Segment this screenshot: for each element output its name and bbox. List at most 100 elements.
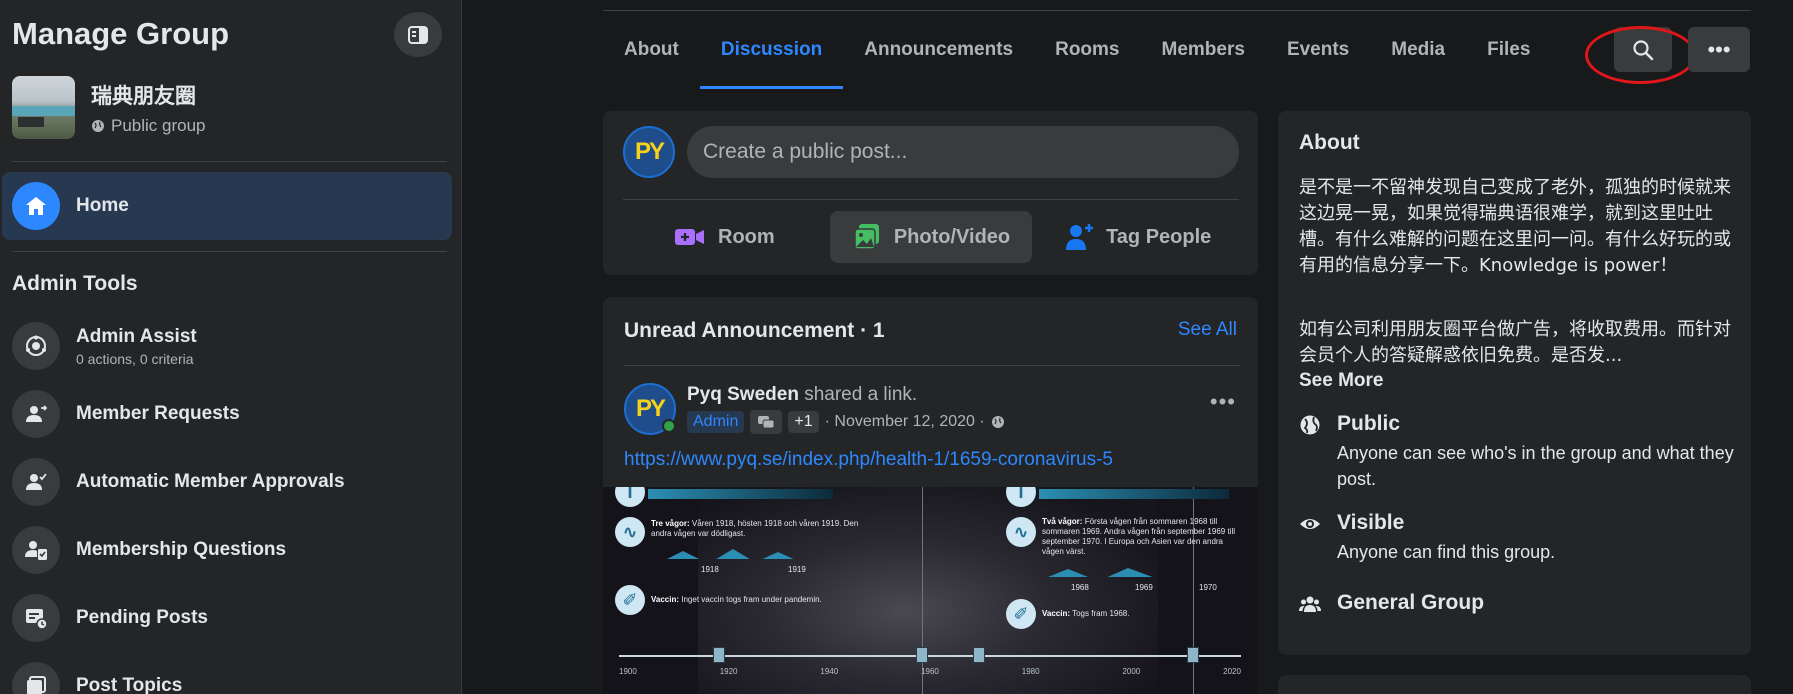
about-description: 是不是一不留神发现自己变成了老外，孤独的时候就来这边晃一晃，如果觉得瑞典语很难学…	[1299, 177, 1731, 276]
about-card: About 是不是一不留神发现自己变成了老外，孤独的时候就来这边晃一晃，如果觉得…	[1278, 111, 1751, 655]
photo-video-label: Photo/Video	[893, 225, 1011, 248]
divider	[623, 199, 1239, 200]
poster-avatar[interactable]: PY	[624, 383, 676, 435]
photo-video-button[interactable]: Photo/Video	[829, 211, 1033, 263]
sidebar-title: Manage Group	[12, 16, 230, 51]
announcement-title: Unread Announcement · 1	[624, 319, 885, 342]
post-composer: PY Create a public post... Room Photo/Vi…	[603, 111, 1258, 275]
visibility-description: Anyone can find this group.	[1337, 542, 1556, 562]
timeline-marker	[916, 647, 928, 663]
visibility-heading: Visible	[1337, 511, 1405, 534]
group-name[interactable]: 瑞典朋友圈	[91, 80, 206, 110]
tab-discussion[interactable]: Discussion	[699, 11, 844, 89]
divider	[624, 365, 1240, 366]
post-options-button[interactable]: •••	[1210, 389, 1236, 415]
globe-icon	[991, 416, 1004, 428]
wave-year-label: 1970	[1199, 583, 1217, 592]
tab-announcements[interactable]: Announcements	[843, 11, 1034, 89]
group-type-label: Public group	[111, 115, 206, 135]
room-button[interactable]: Room	[623, 211, 826, 263]
divider	[12, 251, 447, 252]
sidebar-item-post-topics[interactable]: Post Topics	[12, 656, 447, 694]
syringe-icon: ✐	[615, 585, 645, 615]
divider	[12, 161, 447, 162]
sidebar-item-pending-posts[interactable]: Pending Posts	[12, 588, 447, 648]
tag-people-label: Tag People	[1106, 225, 1212, 248]
tab-members[interactable]: Members	[1141, 11, 1266, 89]
tick-label: 1900	[619, 667, 637, 676]
next-card-partial	[1278, 675, 1751, 694]
tag-people-button[interactable]: Tag People	[1036, 211, 1239, 263]
sidebar-item-automatic-member-approvals[interactable]: Automatic Member Approvals	[12, 452, 447, 512]
post-meta: Admin +1 · November 12, 2020 ·	[687, 410, 1005, 434]
infographic-text-waves: Två vågor: Första vågen från sommaren 19…	[1042, 517, 1236, 556]
tag-people-icon	[1066, 224, 1094, 250]
about-description-continued: 如有公司利用朋友圈平台做广告，将收取费用。而针对会员个人的答疑解惑依旧免费。是否…	[1299, 319, 1731, 366]
wave-year-label: 1969	[1135, 583, 1153, 592]
group-privacy: Public group	[91, 116, 206, 136]
globe-icon	[92, 119, 104, 132]
sidebar-item-member-requests[interactable]: Member Requests	[12, 384, 447, 444]
auto-approvals-icon	[12, 458, 60, 506]
shared-link[interactable]: https://www.pyq.se/index.php/health-1/16…	[624, 449, 1113, 471]
tool-label: Member Requests	[76, 403, 240, 424]
more-options-button[interactable]: •••	[1688, 27, 1750, 72]
link-preview-infographic[interactable]: I ∿ Tre vågor: Våren 1918, hösten 1918 o…	[603, 487, 1258, 694]
info-icon: I	[615, 487, 645, 507]
post-header: Pyq Sweden shared a link.	[687, 384, 917, 406]
group-header[interactable]: 瑞典朋友圈 Public group	[12, 76, 206, 139]
infographic-text-waves: Tre vågor: Våren 1918, hösten 1918 och v…	[651, 519, 859, 538]
eye-icon	[1299, 513, 1321, 535]
tool-label: Pending Posts	[76, 607, 208, 628]
tick-label: 1960	[921, 667, 939, 676]
admin-badge[interactable]: Admin	[687, 411, 745, 433]
home-icon	[12, 182, 60, 230]
group-type-heading: General Group	[1337, 591, 1485, 614]
wave-year-label: 1919	[788, 565, 806, 574]
conversation-badge-icon[interactable]	[750, 410, 783, 434]
poster-name[interactable]: Pyq Sweden	[687, 384, 799, 405]
wave-graphic	[1048, 568, 1153, 577]
privacy-heading: Public	[1337, 412, 1401, 435]
post-date[interactable]: · November 12, 2020 ·	[825, 413, 985, 431]
infographic-text-vaccine: Vaccin: Inget vaccin togs fram under pan…	[651, 595, 822, 604]
tool-label: Membership Questions	[76, 539, 287, 560]
wave-icon: ∿	[1006, 517, 1036, 547]
tick-label: 1920	[719, 667, 738, 676]
room-button-label: Room	[718, 225, 775, 248]
sidebar-item-home[interactable]: Home	[2, 172, 452, 240]
sidebar-item-admin-assist[interactable]: Admin Assist 0 actions, 0 criteria	[12, 316, 447, 376]
privacy-description: Anyone can see who's in the group and wh…	[1337, 443, 1734, 489]
tick-label: 2000	[1122, 667, 1141, 676]
wave-year-label: 1968	[1071, 583, 1089, 592]
sidebar-item-label: Home	[76, 195, 129, 216]
timeline-marker	[1187, 647, 1199, 663]
tab-files[interactable]: Files	[1466, 11, 1551, 89]
tool-label: Admin Assist	[76, 325, 197, 347]
infographic-bar	[648, 489, 833, 499]
tab-about[interactable]: About	[603, 11, 700, 89]
tool-label: Post Topics	[76, 675, 183, 694]
tab-media[interactable]: Media	[1370, 11, 1466, 89]
tick-label: 2020	[1223, 667, 1241, 676]
collapse-sidebar-button[interactable]	[394, 12, 442, 57]
see-all-link[interactable]: See All	[1178, 319, 1237, 341]
create-post-input[interactable]: Create a public post...	[687, 126, 1239, 178]
tool-sublabel: 0 actions, 0 criteria	[76, 350, 194, 367]
group-cover-thumbnail[interactable]	[12, 76, 75, 139]
privacy-public-row: Public Anyone can see who's in the group…	[1299, 412, 1737, 492]
tab-rooms[interactable]: Rooms	[1034, 11, 1140, 89]
tab-events[interactable]: Events	[1266, 11, 1370, 89]
tick-label: 1940	[820, 667, 839, 676]
about-title: About	[1299, 131, 1360, 154]
sidebar-item-membership-questions[interactable]: Membership Questions	[12, 520, 447, 580]
syringe-icon: ✐	[1006, 599, 1036, 629]
more-badges-count[interactable]: +1	[788, 411, 819, 433]
group-type-row: General Group	[1299, 591, 1484, 615]
highlight-annotation-circle	[1585, 26, 1696, 84]
member-requests-icon	[12, 390, 60, 438]
avatar[interactable]: PY	[623, 126, 675, 178]
see-more-link[interactable]: See More	[1299, 370, 1383, 392]
tick-label: 1980	[1021, 667, 1040, 676]
ellipsis-icon: •••	[1209, 389, 1236, 414]
